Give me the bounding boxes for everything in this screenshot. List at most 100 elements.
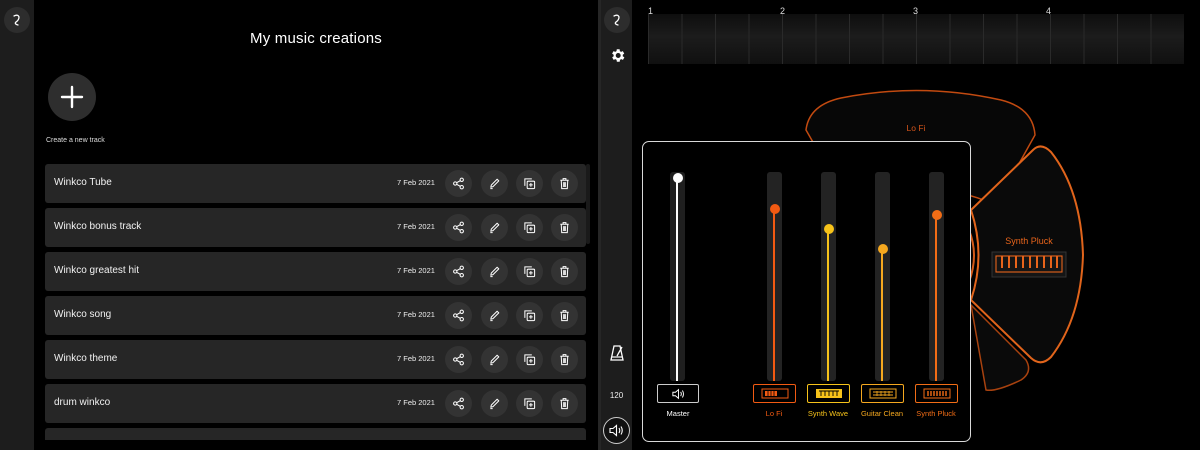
duplicate-button[interactable] [516, 214, 543, 241]
track-name: Winkco song [54, 309, 112, 320]
page-title: My music creations [250, 30, 382, 47]
track-row[interactable]: Winkco bonus track 7 Feb 2021 [45, 208, 586, 247]
track-row[interactable]: Winkco Tube 7 Feb 2021 [45, 164, 586, 203]
instrument-icon [761, 388, 788, 399]
delete-icon [560, 354, 569, 366]
track-date: 7 Feb 2021 [397, 354, 435, 363]
edit-button[interactable] [481, 170, 508, 197]
channel-level-fill [827, 228, 829, 381]
track-row[interactable] [45, 428, 586, 440]
duplicate-icon [524, 354, 536, 366]
share-icon [453, 353, 464, 366]
master-mute-button[interactable] [657, 384, 699, 403]
track-row[interactable]: drum winkco 7 Feb 2021 [45, 384, 586, 423]
duplicate-icon [524, 178, 536, 190]
add-track-button[interactable] [48, 73, 96, 121]
duplicate-icon [524, 222, 536, 234]
track-name: drum winkco [54, 397, 111, 408]
left-sidebar [0, 0, 34, 450]
track-row[interactable]: Winkco theme 7 Feb 2021 [45, 340, 586, 379]
delete-icon [560, 178, 569, 190]
share-button[interactable] [445, 390, 472, 417]
channel-instrument-button[interactable] [753, 384, 796, 403]
channel-label: Synth Pluck [916, 409, 956, 418]
channel-slider-knob[interactable] [931, 209, 942, 220]
channel-slider-knob[interactable] [769, 203, 780, 214]
channel-slider-knob[interactable] [877, 243, 888, 254]
share-icon [453, 221, 464, 234]
delete-button[interactable] [551, 390, 578, 417]
channel-slider[interactable] [767, 172, 782, 381]
logo-icon[interactable] [4, 7, 30, 33]
master-label: Master [666, 409, 690, 418]
track-date: 7 Feb 2021 [397, 398, 435, 407]
master-slider-knob[interactable] [672, 173, 683, 183]
duplicate-icon [524, 398, 536, 410]
instrument-icon [923, 388, 950, 399]
delete-button[interactable] [551, 258, 578, 285]
edit-button[interactable] [481, 390, 508, 417]
edit-icon [490, 178, 500, 190]
duplicate-button[interactable] [516, 302, 543, 329]
master-slider[interactable] [670, 172, 685, 381]
track-library-panel: My music creations Create a new track Wi… [0, 0, 598, 450]
track-date: 7 Feb 2021 [397, 266, 435, 275]
delete-icon [560, 310, 569, 322]
channel-level-fill [881, 248, 883, 381]
channel-label: Guitar Clean [860, 409, 904, 418]
delete-button[interactable] [551, 346, 578, 373]
synth-pluck-keyboard-icon [991, 251, 1067, 278]
track-row[interactable]: Winkco greatest hit 7 Feb 2021 [45, 252, 586, 291]
wheel-label-synth-pluck: Synth Pluck [1005, 236, 1053, 246]
channel-instrument-button[interactable] [915, 384, 958, 403]
channel-slider-knob[interactable] [823, 223, 834, 234]
add-track-label: Create a new track [46, 137, 105, 144]
share-button[interactable] [445, 302, 472, 329]
duplicate-button[interactable] [516, 390, 543, 417]
edit-icon [490, 310, 500, 322]
delete-button[interactable] [551, 170, 578, 197]
edit-icon [490, 222, 500, 234]
track-date: 7 Feb 2021 [397, 178, 435, 187]
track-name: Winkco greatest hit [54, 265, 140, 276]
edit-icon [490, 354, 500, 366]
channel-level-fill [773, 208, 775, 381]
track-row[interactable]: Winkco song 7 Feb 2021 [45, 296, 586, 335]
share-button[interactable] [445, 170, 472, 197]
share-icon [453, 265, 464, 278]
channel-slider[interactable] [929, 172, 944, 381]
share-button[interactable] [445, 258, 472, 285]
channel-label: Lo Fi [765, 409, 783, 418]
instrument-icon [869, 388, 896, 399]
channel-level-fill [935, 214, 937, 381]
scrollbar[interactable] [586, 164, 590, 244]
edit-icon [490, 398, 500, 410]
duplicate-button[interactable] [516, 258, 543, 285]
edit-button[interactable] [481, 346, 508, 373]
channel-instrument-button[interactable] [807, 384, 850, 403]
track-name: Winkco theme [54, 353, 118, 364]
track-list: Winkco Tube 7 Feb 2021 Winkco bonus track 7… [45, 164, 586, 440]
channel-slider[interactable] [875, 172, 890, 381]
speaker-icon [671, 388, 684, 399]
edit-button[interactable] [481, 302, 508, 329]
share-button[interactable] [445, 214, 472, 241]
duplicate-icon [524, 310, 536, 322]
share-icon [453, 309, 464, 322]
editor-panel: 120 1 2 3 4 Lo Fi Synth Pluck Master Lo … [601, 0, 1200, 450]
edit-button[interactable] [481, 214, 508, 241]
edit-button[interactable] [481, 258, 508, 285]
delete-button[interactable] [551, 214, 578, 241]
share-button[interactable] [445, 346, 472, 373]
track-date: 7 Feb 2021 [397, 310, 435, 319]
mixer-panel: Master Lo Fi Synth Wave Guitar Clean Synth … [642, 141, 971, 442]
delete-button[interactable] [551, 302, 578, 329]
track-name: Winkco bonus track [54, 221, 142, 232]
share-icon [453, 397, 464, 410]
channel-label: Synth Wave [807, 409, 849, 418]
plus-icon [60, 85, 84, 109]
channel-instrument-button[interactable] [861, 384, 904, 403]
duplicate-button[interactable] [516, 346, 543, 373]
channel-slider[interactable] [821, 172, 836, 381]
duplicate-button[interactable] [516, 170, 543, 197]
